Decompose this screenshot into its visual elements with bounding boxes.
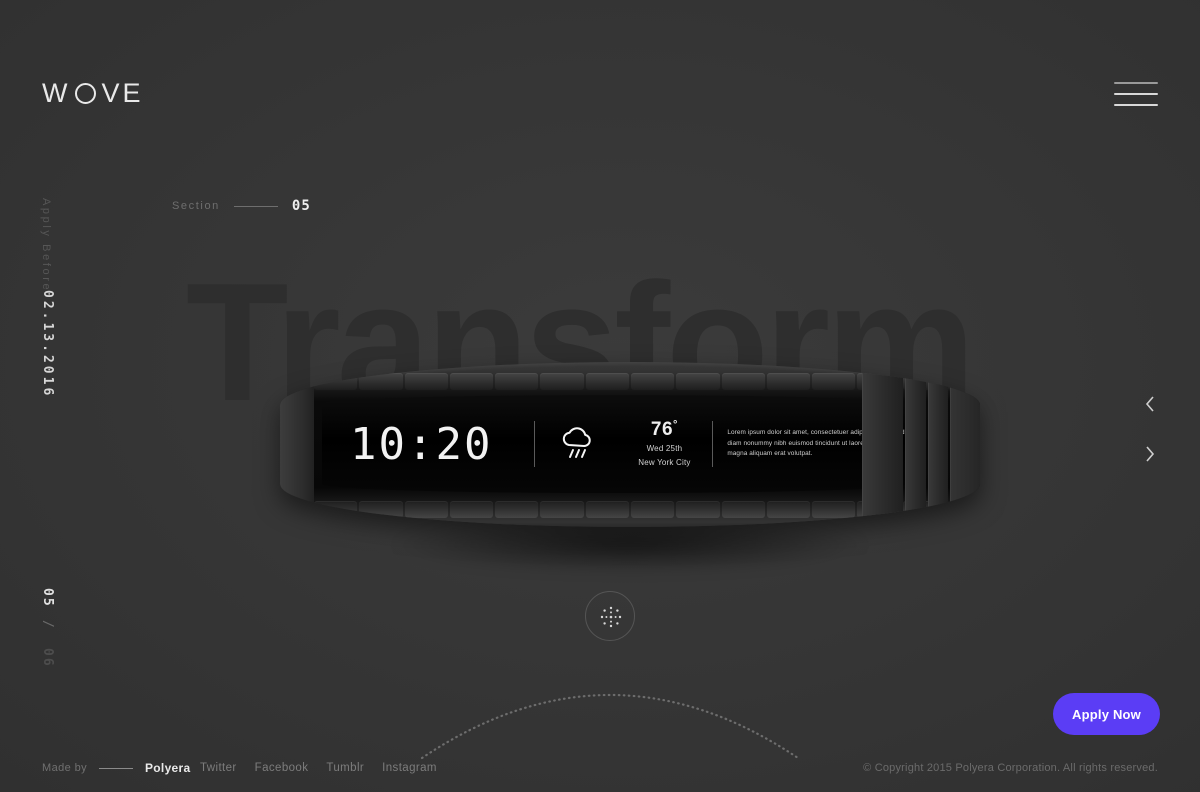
watch-temperature: 76° (651, 419, 678, 441)
band-links-bottom (314, 501, 946, 518)
section-divider (233, 205, 278, 207)
watch-weather-block: 76° Wed 25th New York City (621, 419, 709, 469)
watch-display: 10:20 76° Wed 25th New York City Lorem i… (322, 395, 907, 493)
logo-letters-ve: VE (101, 78, 144, 108)
apply-before-label: Apply Before (40, 198, 52, 293)
chevron-left-icon (1145, 396, 1154, 412)
hamburger-line (1114, 82, 1158, 84)
next-slide-button[interactable] (1136, 440, 1164, 468)
temperature-value: 76 (650, 419, 674, 441)
watch-time: 10:20 (350, 418, 493, 470)
section-number: 05 (291, 198, 311, 214)
made-by-divider (99, 767, 133, 769)
rain-cloud-icon (535, 426, 621, 462)
prev-slide-button[interactable] (1136, 390, 1164, 418)
social-link-instagram[interactable]: Instagram (382, 762, 437, 774)
display-divider-2 (712, 421, 714, 467)
made-by-block: Made by Polyera (42, 761, 190, 775)
band-links-top (314, 373, 946, 390)
social-link-twitter[interactable]: Twitter (200, 762, 237, 774)
degree-symbol: ° (673, 419, 678, 432)
wove-band-product-image: 10:20 76° Wed 25th New York City Lorem i… (270, 350, 990, 590)
section-indicator: Section 05 (172, 198, 311, 214)
band-left-cap (280, 376, 314, 524)
watch-date: Wed 25th (646, 444, 683, 454)
site-footer: Made by Polyera Twitter Facebook Tumblr … (0, 744, 1200, 792)
decorative-dotted-arc (420, 694, 800, 760)
left-rail: Apply Before 02.13.2016 05 / 06 (0, 0, 80, 792)
band-clasp (862, 372, 980, 522)
hamburger-icon[interactable] (1114, 82, 1158, 106)
made-by-brand[interactable]: Polyera (145, 761, 190, 775)
slide-counter-separator: / (40, 620, 55, 628)
radial-dots-icon (600, 606, 622, 628)
page-root: W VE Apply Before 02.13.2016 05 / 06 Sec… (0, 0, 1200, 792)
watch-band: 10:20 76° Wed 25th New York City Lorem i… (280, 362, 980, 527)
copyright-text: © Copyright 2015 Polyera Corporation. Al… (863, 762, 1158, 774)
hamburger-line (1114, 104, 1158, 106)
apply-before-date: 02.13.2016 (40, 290, 55, 399)
section-label-text: Section (172, 200, 220, 212)
slide-counter-current: 05 (40, 588, 55, 608)
made-by-label: Made by (42, 762, 87, 774)
chevron-right-icon (1146, 446, 1155, 462)
slide-counter-total: 06 (40, 648, 55, 668)
social-links: Twitter Facebook Tumblr Instagram (200, 762, 437, 774)
social-link-tumblr[interactable]: Tumblr (326, 762, 364, 774)
watch-city: New York City (638, 458, 691, 467)
hamburger-line (1114, 93, 1158, 95)
apply-now-button[interactable]: Apply Now (1053, 693, 1160, 735)
social-link-facebook[interactable]: Facebook (255, 762, 309, 774)
